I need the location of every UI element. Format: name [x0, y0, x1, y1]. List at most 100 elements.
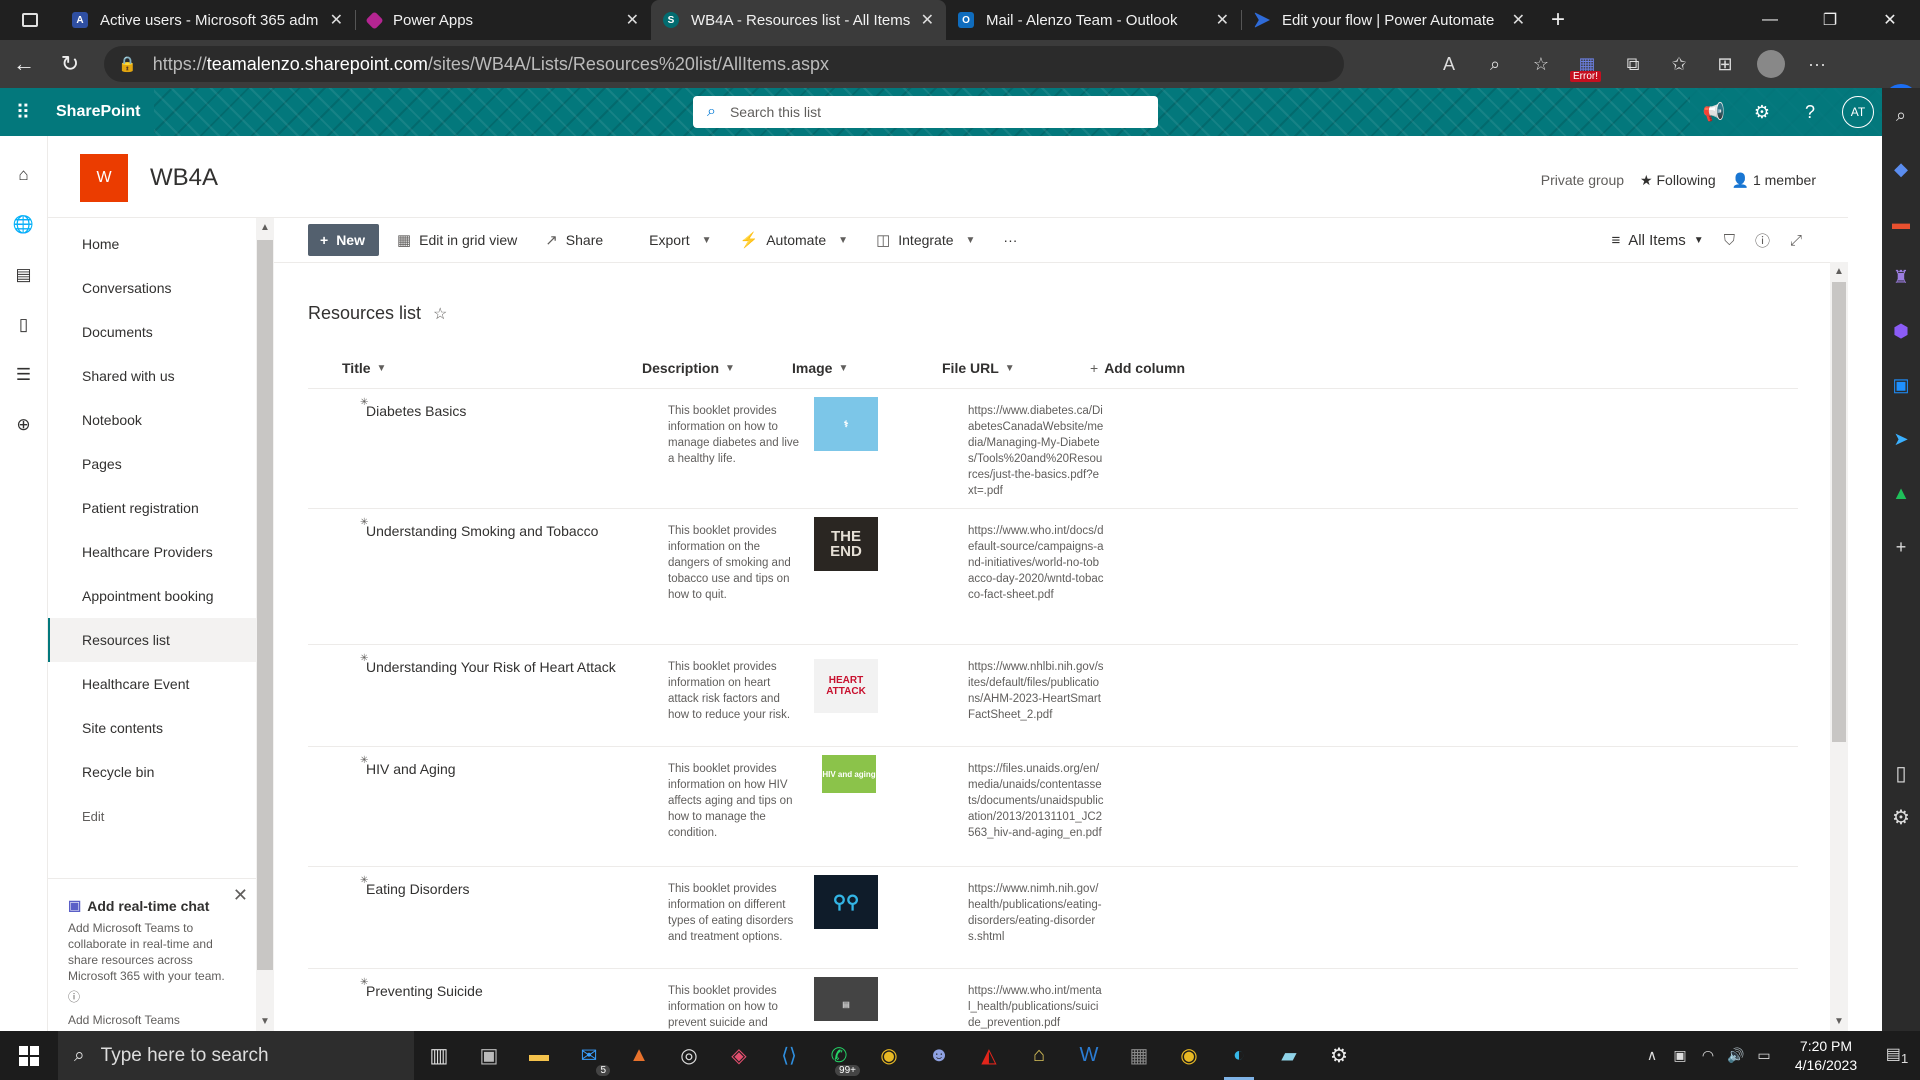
app-icon[interactable]: ▰ [1264, 1031, 1314, 1080]
extensions-icon[interactable]: ⧉ [1610, 40, 1656, 88]
nav-item-recycle-bin[interactable]: Recycle bin [48, 750, 256, 794]
table-row[interactable]: ✳ Eating Disorders This booklet provides… [308, 867, 1798, 969]
scrollbar-thumb[interactable] [257, 240, 273, 970]
search-box[interactable]: ⌕ Search this list [693, 96, 1158, 128]
search-icon[interactable]: ⌕ [1882, 88, 1920, 142]
nav-item-patient-registration[interactable]: Patient registration [48, 486, 256, 530]
zoom-icon[interactable]: ⌕ [1472, 40, 1518, 88]
nav-item-healthcare-providers[interactable]: Healthcare Providers [48, 530, 256, 574]
add-column-button[interactable]: + Add column [1090, 360, 1185, 376]
scroll-down-icon[interactable]: ▼ [256, 1016, 274, 1027]
whatsapp-icon[interactable]: ✆ 99+ [814, 1031, 864, 1080]
site-logo[interactable]: W [80, 154, 128, 202]
vscode-icon[interactable]: ⟨⟩ [764, 1031, 814, 1080]
taskbar-search[interactable]: ⌕ Type here to search [58, 1031, 414, 1080]
megaphone-icon[interactable]: 📢 [1690, 88, 1738, 136]
row-title[interactable]: HIV and Aging [366, 761, 456, 777]
settings-more-icon[interactable]: ··· [1794, 40, 1840, 88]
table-row[interactable]: ✳ Diabetes Basics This booklet provides … [308, 389, 1798, 509]
scrollbar-thumb[interactable] [1832, 282, 1846, 742]
table-row[interactable]: ✳ Understanding Smoking and Tobacco This… [308, 509, 1798, 645]
lists-icon[interactable]: ☰ [0, 350, 48, 400]
extension-error-icon[interactable]: ▦ Error! [1564, 40, 1610, 88]
nav-item-conversations[interactable]: Conversations [48, 266, 256, 310]
add-teams-link[interactable]: Add Microsoft Teams [68, 1013, 242, 1027]
integrate-button[interactable]: ◫ Integrate ▼ [866, 224, 985, 256]
row-image[interactable]: ⚕ [814, 397, 878, 451]
browser-tab-sharepoint[interactable]: S WB4A - Resources list - All Items ✕ [651, 0, 946, 40]
browser-tab-m365[interactable]: A Active users - Microsoft 365 adm ✕ [60, 0, 355, 40]
help-icon[interactable]: ? [1786, 88, 1834, 136]
tree-icon[interactable]: ▲ [1882, 466, 1920, 520]
close-tab-icon[interactable]: ✕ [1216, 10, 1229, 30]
app-icon[interactable]: ▦ [1114, 1031, 1164, 1080]
nav-item-pages[interactable]: Pages [48, 442, 256, 486]
row-title[interactable]: Eating Disorders [366, 881, 470, 897]
file-explorer-photos-icon[interactable]: ▣ [464, 1031, 514, 1080]
row-title[interactable]: Understanding Your Risk of Heart Attack [366, 659, 616, 675]
info-icon[interactable]: ⓘ [1745, 224, 1780, 256]
browser-tab-powerapps[interactable]: Power Apps ✕ [356, 0, 651, 40]
row-title[interactable]: Understanding Smoking and Tobacco [366, 523, 598, 539]
table-row[interactable]: ✳ HIV and Aging This booklet provides in… [308, 747, 1798, 867]
app-icon[interactable]: ⌂ [1014, 1031, 1064, 1080]
account-avatar[interactable]: AT [1834, 88, 1882, 136]
new-button[interactable]: + New [308, 224, 379, 256]
app-launcher-icon[interactable]: ⠿ [0, 88, 46, 136]
close-window-icon[interactable]: ✕ [1860, 0, 1920, 40]
chevron-up-icon[interactable]: ∧ [1638, 1047, 1666, 1064]
favorites-icon[interactable]: ✩ [1656, 40, 1702, 88]
home-icon[interactable]: ⌂ [0, 150, 48, 200]
browser-tab-power-automate[interactable]: Edit your flow | Power Automate ✕ [1242, 0, 1537, 40]
site-title[interactable]: WB4A [150, 164, 218, 192]
browser-tab-outlook[interactable]: O Mail - Alenzo Team - Outlook ✕ [946, 0, 1241, 40]
row-image[interactable]: THE END [814, 517, 878, 571]
nav-item-healthcare-event[interactable]: Healthcare Event [48, 662, 256, 706]
refresh-icon[interactable]: ↻ [48, 44, 92, 84]
scroll-up-icon[interactable]: ▲ [1830, 266, 1848, 277]
automate-button[interactable]: ⚡ Automate ▼ [730, 224, 859, 256]
add-favorite-icon[interactable]: ☆ [1518, 40, 1564, 88]
news-icon[interactable]: ▤ [0, 250, 48, 300]
collections-icon[interactable]: ⊞ [1702, 40, 1748, 88]
restore-icon[interactable]: ❐ [1800, 0, 1860, 40]
nav-edit-link[interactable]: Edit [48, 794, 256, 838]
table-row[interactable]: ✳ Preventing Suicide This booklet provid… [308, 969, 1798, 1031]
settings-icon[interactable]: ⚙ [1314, 1031, 1364, 1080]
close-tab-icon[interactable]: ✕ [921, 10, 934, 30]
column-header-description[interactable]: Description ▼ [642, 360, 735, 376]
export-button[interactable]: Export ▼ [639, 224, 721, 256]
more-commands-button[interactable]: ··· [993, 224, 1027, 256]
list-scrollbar[interactable]: ▲ ▼ [1830, 262, 1848, 1031]
shopping-icon[interactable]: ◆ [1882, 142, 1920, 196]
row-image[interactable]: HIV and aging [822, 755, 876, 793]
wifi-icon[interactable]: ◠ [1694, 1047, 1722, 1064]
globe-icon[interactable]: 🌐 [0, 200, 48, 250]
scroll-up-icon[interactable]: ▲ [256, 222, 274, 233]
discord-icon[interactable]: ☻ [914, 1031, 964, 1080]
nav-item-home[interactable]: Home [48, 222, 256, 266]
task-view-icon[interactable]: ▥ [414, 1031, 464, 1080]
column-header-file-url[interactable]: File URL ▼ [942, 360, 1015, 376]
filter-icon[interactable]: ⛉ [1714, 224, 1745, 256]
edit-grid-view-button[interactable]: ▦ Edit in grid view [387, 224, 527, 256]
tools-icon[interactable]: ▬ [1882, 196, 1920, 250]
url-field[interactable]: 🔒 https://teamalenzo.sharepoint.com/site… [104, 46, 1344, 82]
acrobat-icon[interactable]: ◭ [964, 1031, 1014, 1080]
sharepoint-brand[interactable]: SharePoint [46, 88, 155, 136]
nav-item-shared-with-us[interactable]: Shared with us [48, 354, 256, 398]
nav-item-notebook[interactable]: Notebook [48, 398, 256, 442]
info-icon[interactable]: ⓘ [68, 988, 242, 1005]
close-tab-icon[interactable]: ✕ [626, 10, 639, 30]
chrome-icon[interactable]: ◉ [1164, 1031, 1214, 1080]
mail-icon[interactable]: ✉ 5 [564, 1031, 614, 1080]
nav-item-appointment-booking[interactable]: Appointment booking [48, 574, 256, 618]
table-row[interactable]: ✳ Understanding Your Risk of Heart Attac… [308, 645, 1798, 747]
nav-item-documents[interactable]: Documents [48, 310, 256, 354]
matlab-icon[interactable]: ▲ [614, 1031, 664, 1080]
members-button[interactable]: 👤 1 member [1732, 172, 1816, 189]
clock[interactable]: 7:20 PM 4/16/2023 [1778, 1037, 1874, 1075]
close-tab-icon[interactable]: ✕ [1512, 10, 1525, 30]
row-image[interactable]: ⚲⚲ [814, 875, 878, 929]
files-icon[interactable]: ▯ [0, 300, 48, 350]
